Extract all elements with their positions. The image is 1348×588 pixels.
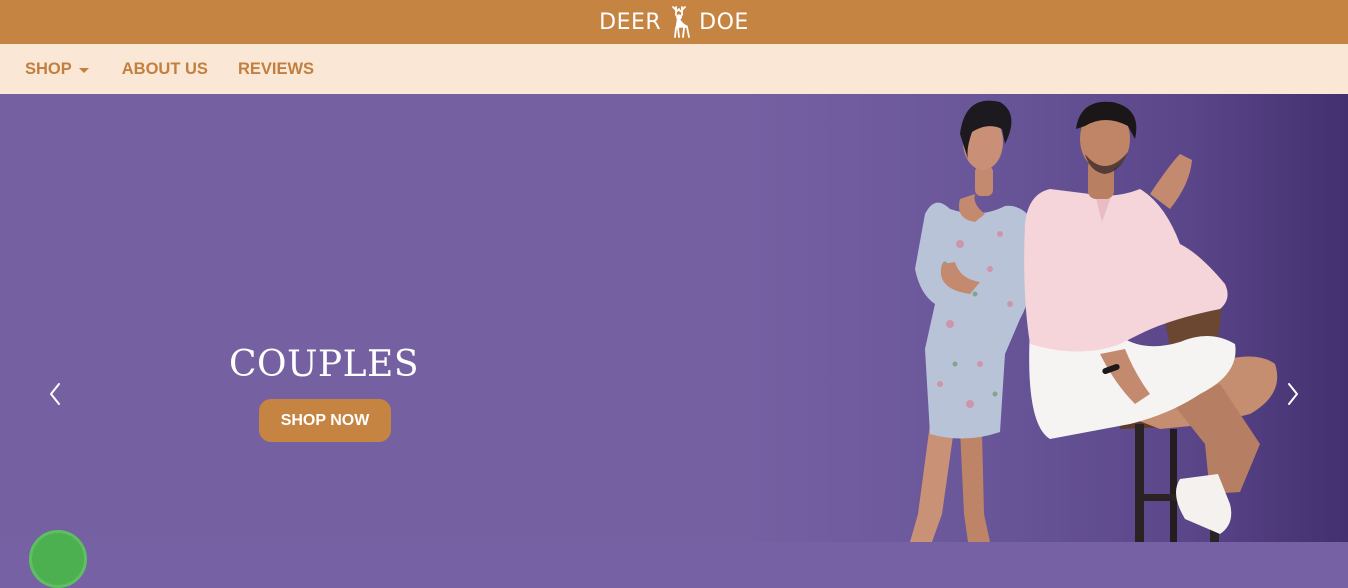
- nav-item-shop[interactable]: SHOP: [25, 60, 89, 79]
- hero-title: COUPLES: [229, 344, 419, 385]
- nav-item-about-us-label: ABOUT US: [121, 59, 208, 78]
- hero-banner: COUPLES SHOP NOW: [0, 94, 1348, 542]
- nav-item-shop-label: SHOP: [25, 59, 72, 78]
- nav-item-reviews[interactable]: REVIEWS: [238, 60, 314, 79]
- couple-photo: [910, 100, 1278, 542]
- caret-down-icon: [78, 67, 89, 73]
- nav-item-about-us[interactable]: ABOUT US: [122, 60, 208, 79]
- brand-name-right: DOE: [699, 9, 749, 35]
- chat-icon[interactable]: [29, 530, 87, 588]
- brand-logo[interactable]: DEER DOE: [599, 5, 749, 39]
- top-bar: DEER DOE: [0, 0, 1348, 44]
- main-nav: SHOP ABOUT US REVIEWS: [0, 44, 1348, 94]
- nav-item-reviews-label: REVIEWS: [237, 59, 315, 78]
- chevron-left-icon[interactable]: [45, 382, 65, 406]
- brand-name-left: DEER: [599, 9, 662, 35]
- deer-icon: [665, 5, 695, 39]
- shop-now-button[interactable]: SHOP NOW: [259, 399, 391, 442]
